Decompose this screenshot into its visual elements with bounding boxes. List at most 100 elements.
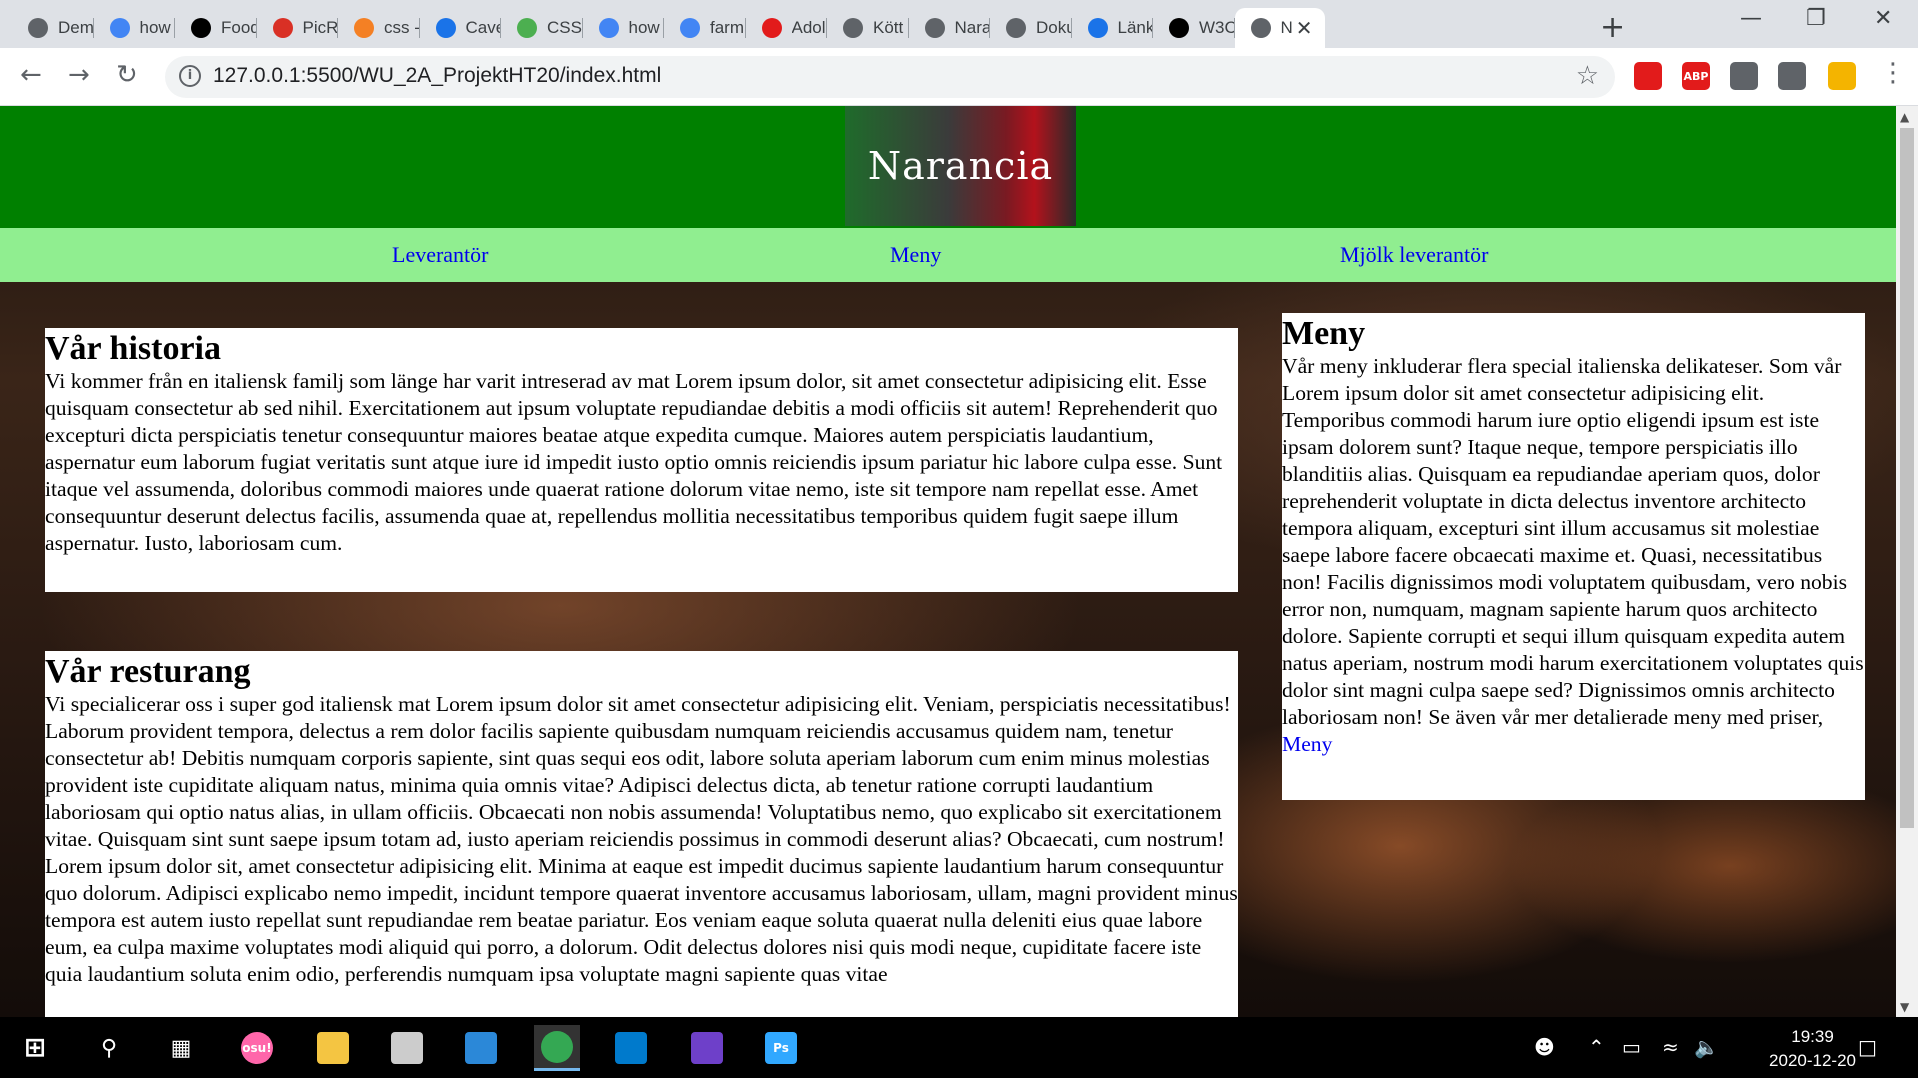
pdf-extension-icon[interactable] (1634, 62, 1662, 90)
puzzle-icon[interactable] (1778, 62, 1806, 90)
search-icon[interactable]: ⚲ (86, 1025, 132, 1071)
browser-tab[interactable]: Adol (746, 8, 827, 48)
page-scrollbar[interactable]: ▲ ▼ (1896, 106, 1918, 1017)
tab-title: Länk (1117, 18, 1154, 37)
site-info-icon[interactable]: i (179, 65, 201, 87)
chrome-icon-glyph (541, 1030, 573, 1063)
nav-link-mjolk-leverantor[interactable]: Mjölk leverantör (1340, 242, 1488, 268)
bookmark-star-icon[interactable]: ☆ (1576, 61, 1599, 91)
osu-icon[interactable]: osu! (234, 1025, 280, 1071)
reload-button[interactable]: ↻ (116, 60, 138, 90)
page-viewport: Narancia Leverantör Meny Mjölk leverantö… (0, 106, 1896, 1017)
logo-text: Narancia (867, 144, 1054, 188)
google-icon (109, 18, 130, 38)
photoshop-icon-glyph: Ps (765, 1032, 797, 1064)
w3c-icon (1169, 18, 1189, 38)
browser-tab[interactable]: Länk (1072, 8, 1154, 48)
adobe-icon (761, 18, 782, 38)
nav-link-leverantor[interactable]: Leverantör (392, 242, 489, 268)
task-view-icon[interactable]: ▦ (158, 1025, 204, 1071)
back-button[interactable]: ← (20, 60, 42, 90)
people-icon[interactable]: ☻ (1534, 1035, 1555, 1059)
browser-tab[interactable]: Dem (12, 8, 94, 48)
site-nav: Leverantör Meny Mjölk leverantör (0, 228, 1896, 282)
new-tab-button[interactable]: + (1600, 10, 1625, 45)
history-section: Vår historia Vi kommer från en italiensk… (45, 328, 1238, 592)
w3schools-icon (517, 18, 537, 38)
browser-tab[interactable]: W3C (1153, 8, 1235, 48)
extension-icon[interactable] (1730, 62, 1758, 90)
chrome-icon[interactable] (534, 1025, 580, 1071)
store-icon[interactable] (384, 1025, 430, 1071)
scroll-down-icon[interactable]: ▼ (1900, 1000, 1909, 1014)
show-hidden-icons[interactable]: ⌃ (1588, 1035, 1605, 1059)
tab-title: Dem (58, 18, 94, 37)
wifi-icon[interactable]: ≈ (1662, 1035, 1679, 1059)
github-desktop-icon[interactable] (684, 1025, 730, 1071)
globe-icon (843, 18, 863, 38)
browser-tab[interactable]: PicRe (257, 8, 338, 48)
store-icon-glyph (391, 1032, 423, 1064)
browser-tab[interactable]: farm (664, 8, 746, 48)
clock-time: 19:39 (1791, 1027, 1834, 1046)
menu-section: Meny Vår meny inkluderar flera special i… (1282, 313, 1865, 800)
menu-link[interactable]: Meny (1282, 732, 1332, 756)
scrollbar-thumb[interactable] (1900, 128, 1914, 828)
clock[interactable]: 19:39 2020-12-20 (1769, 1025, 1856, 1073)
globe-icon (1250, 18, 1271, 38)
minimize-button[interactable]: — (1740, 6, 1762, 31)
adblock-icon[interactable]: ABP (1682, 62, 1710, 90)
globe-icon (28, 18, 48, 38)
stackoverflow-icon (354, 18, 374, 38)
vscode-icon-glyph (615, 1032, 647, 1064)
scroll-up-icon[interactable]: ▲ (1900, 110, 1909, 124)
browser-tab[interactable]: Nara (909, 8, 990, 48)
clock-date: 2020-12-20 (1769, 1051, 1856, 1070)
browser-tab[interactable]: css - (338, 8, 420, 48)
restaurant-text: Vi specialicerar oss i super god italien… (45, 692, 1238, 986)
picresize-icon (272, 18, 293, 38)
github-desktop-icon-glyph (691, 1032, 723, 1064)
site-logo[interactable]: Narancia (845, 106, 1076, 226)
battery-icon[interactable]: ▭ (1622, 1035, 1641, 1059)
notifications-icon[interactable]: □ (1858, 1035, 1877, 1059)
browser-tab[interactable]: Kött (827, 8, 909, 48)
globe-icon (1006, 18, 1026, 38)
browser-tab[interactable]: how (94, 8, 175, 48)
browser-tab[interactable]: Food (175, 8, 257, 48)
browser-tab[interactable]: Doku (990, 8, 1072, 48)
browser-tab[interactable]: Cave (420, 8, 502, 48)
tab-title: farm (710, 18, 744, 37)
history-title: Vår historia (45, 330, 221, 367)
tab-title: Cave (465, 18, 502, 37)
profile-icon[interactable] (1828, 62, 1856, 90)
photoshop-icon[interactable]: Ps (758, 1025, 804, 1071)
browser-toolbar: ← → ↻ i 127.0.0.1:5500/WU_2A_ProjektHT20… (0, 48, 1918, 106)
browser-tab[interactable]: CSS (501, 8, 583, 48)
restaurant-section: Vår resturang Vi specialicerar oss i sup… (45, 651, 1238, 1017)
browser-menu-icon[interactable]: ⋮ (1880, 58, 1906, 88)
tab-title: Kött (873, 18, 904, 37)
forward-button[interactable]: → (68, 60, 90, 90)
google-icon (680, 18, 700, 38)
url-text[interactable]: 127.0.0.1:5500/WU_2A_ProjektHT20/index.h… (213, 64, 661, 88)
browser-tab[interactable]: how (583, 8, 664, 48)
mail-icon[interactable] (458, 1025, 504, 1071)
mail-icon-glyph (465, 1032, 497, 1064)
file-explorer-icon[interactable] (310, 1025, 356, 1071)
address-bar[interactable]: i 127.0.0.1:5500/WU_2A_ProjektHT20/index… (165, 56, 1615, 98)
tab-title: Adol (791, 18, 826, 37)
windows-start-icon[interactable]: ⊞ (12, 1025, 58, 1071)
close-tab-icon[interactable]: ✕ (1296, 16, 1313, 40)
history-text: Vi kommer från en italiensk familj som l… (45, 369, 1223, 555)
restore-button[interactable]: ❐ (1806, 6, 1826, 31)
nav-link-meny[interactable]: Meny (890, 242, 941, 268)
globe-icon (924, 18, 945, 38)
contact-icon (1087, 18, 1108, 38)
volume-icon[interactable]: 🔈 (1694, 1035, 1719, 1059)
vscode-icon[interactable] (608, 1025, 654, 1071)
menu-text: Vår meny inkluderar flera special italie… (1282, 353, 1865, 758)
tab-title: how (628, 18, 660, 37)
close-window-button[interactable]: ✕ (1874, 6, 1892, 31)
browser-tab[interactable]: N ✕ (1234, 8, 1325, 48)
